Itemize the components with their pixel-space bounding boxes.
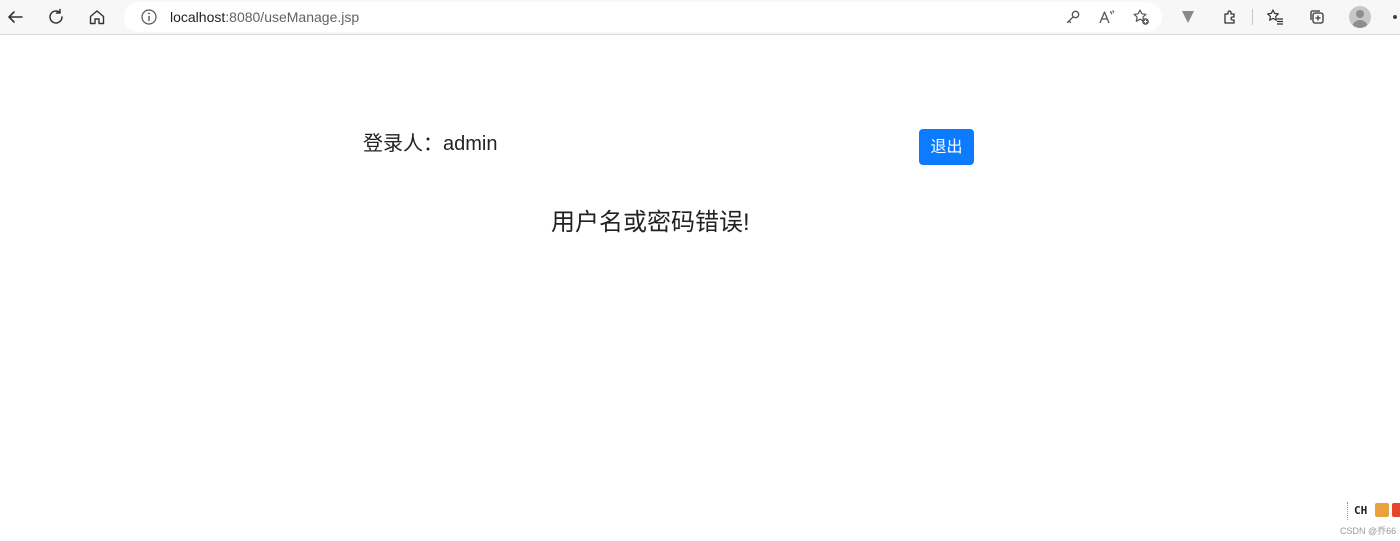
home-icon[interactable] [84, 4, 110, 30]
url-path: :8080/useManage.jsp [225, 9, 360, 25]
tray-app-icon[interactable] [1375, 503, 1389, 517]
logged-in-user-label: 登录人：admin [363, 133, 498, 155]
extension-v-icon[interactable] [1175, 4, 1201, 30]
more-icon[interactable] [1393, 15, 1397, 19]
toolbar-separator [1252, 9, 1253, 25]
tray-divider [1347, 502, 1349, 520]
site-info-icon[interactable] [140, 8, 158, 26]
profile-avatar-icon[interactable] [1349, 6, 1371, 28]
address-bar[interactable]: localhost:8080/useManage.jsp [124, 2, 1162, 32]
favorites-icon[interactable] [1262, 4, 1288, 30]
add-favorite-icon[interactable] [1128, 4, 1154, 30]
logout-button[interactable]: 退出 [919, 129, 974, 165]
extensions-icon[interactable] [1217, 4, 1243, 30]
error-message: 用户名或密码错误! [551, 209, 750, 236]
read-aloud-icon[interactable] [1094, 4, 1120, 30]
collections-icon[interactable] [1304, 4, 1330, 30]
tray-app-icon-2[interactable] [1392, 503, 1400, 517]
back-icon[interactable] [2, 4, 28, 30]
browser-toolbar: localhost:8080/useManage.jsp [0, 0, 1400, 35]
url-text[interactable]: localhost:8080/useManage.jsp [170, 9, 359, 25]
key-icon[interactable] [1060, 4, 1086, 30]
avatar-body [1352, 20, 1368, 28]
refresh-icon[interactable] [43, 4, 69, 30]
watermark: CSDN @乔66 [1340, 526, 1397, 536]
avatar-head [1356, 10, 1364, 18]
ime-indicator[interactable]: CH [1354, 504, 1367, 517]
url-host: localhost [170, 9, 226, 25]
